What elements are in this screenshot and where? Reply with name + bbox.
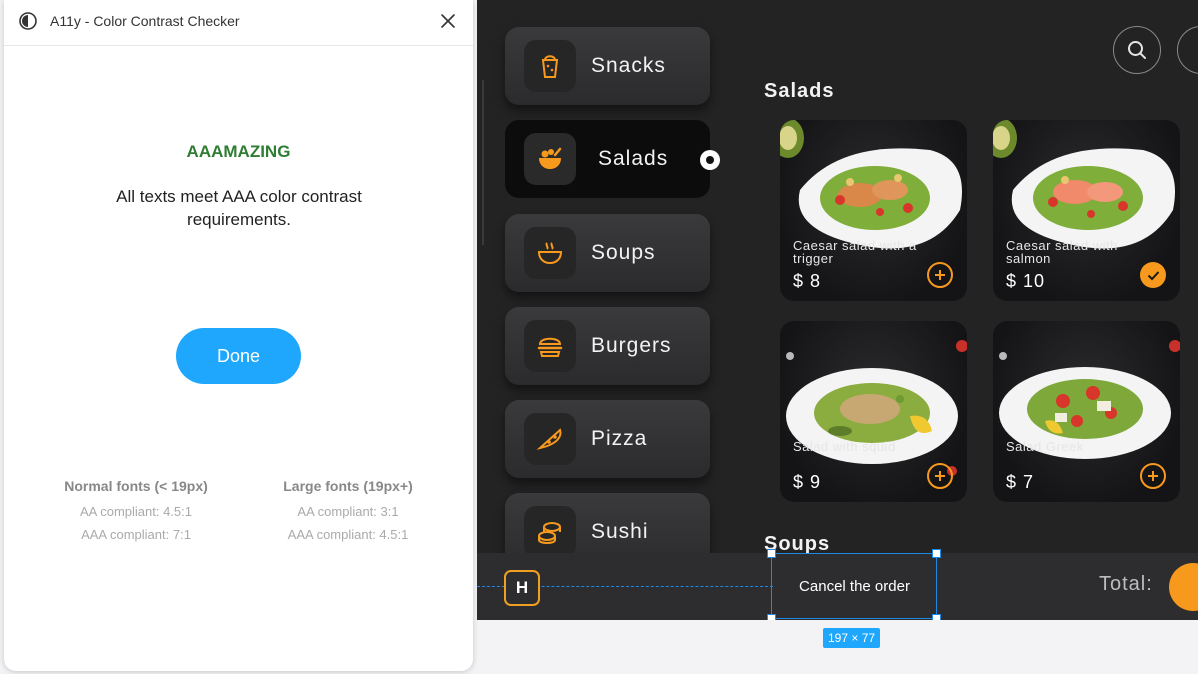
logo-letter: H <box>515 578 529 597</box>
add-button[interactable] <box>1140 463 1166 489</box>
product-price: $ 7 <box>1006 472 1035 492</box>
product-card[interactable]: Caesar salad with salmon $ 10 <box>993 120 1180 301</box>
add-icon <box>935 270 945 280</box>
normal-fonts-aaa: AAA compliant: 7:1 <box>81 527 191 542</box>
sushi-icon <box>524 506 576 558</box>
selected-button[interactable] <box>1140 262 1166 288</box>
product-name: Salad with squid <box>793 439 896 454</box>
search-icon <box>1128 41 1146 59</box>
product-card[interactable]: Caesar salad with a trigger $ 8 <box>780 120 967 301</box>
category-label: Snacks <box>591 54 666 77</box>
order-bar: H Cancel the order Total: <box>477 549 1198 620</box>
category-snacks[interactable]: Snacks <box>505 27 710 105</box>
salad-bowl-icon <box>524 133 576 185</box>
category-label: Sushi <box>591 520 649 543</box>
food-menu-app: Snacks Salads Soups Burgers Pizza Sushi <box>477 0 1198 620</box>
large-fonts-title: Large fonts (19px+) <box>283 478 413 494</box>
done-button[interactable]: Done <box>176 328 301 384</box>
add-button[interactable] <box>927 262 953 288</box>
product-price: $ 9 <box>793 472 822 492</box>
category-soups[interactable]: Soups <box>505 214 710 292</box>
large-fonts-aaa: AAA compliant: 4.5:1 <box>287 527 409 542</box>
category-burgers[interactable]: Burgers <box>505 307 710 385</box>
pizza-slice-icon <box>524 413 576 465</box>
category-label: Salads <box>598 147 669 170</box>
checkout-button[interactable] <box>1169 563 1198 611</box>
product-price: $ 10 <box>1006 271 1046 291</box>
add-icon <box>935 471 945 481</box>
normal-fonts-aa: AA compliant: 4.5:1 <box>79 504 192 519</box>
normal-fonts-requirements: Normal fonts (< 19px) AA compliant: 4.5:… <box>36 478 236 546</box>
product-name: Caesar salad with salmon <box>1006 238 1118 266</box>
more-button[interactable] <box>1177 26 1198 74</box>
product-card[interactable]: Salad with squid $ 9 <box>780 321 967 502</box>
cancel-order-button[interactable]: Cancel the order <box>773 555 936 618</box>
contrast-icon <box>19 12 37 30</box>
product-name: Caesar salad with a trigger <box>793 238 917 266</box>
large-fonts-requirements: Large fonts (19px+) AA compliant: 3:1 AA… <box>248 478 448 546</box>
result-heading: AAAMAZING <box>186 142 291 161</box>
total-label: Total: <box>1099 573 1153 595</box>
selected-indicator <box>700 150 720 170</box>
section-title-salads: Salads <box>764 80 835 102</box>
result-description: All texts meet AAA color contrast requir… <box>116 187 362 229</box>
panel-title: A11y - Color Contrast Checker <box>50 13 240 29</box>
product-price: $ 8 <box>793 271 822 291</box>
add-button[interactable] <box>927 463 953 489</box>
category-label: Pizza <box>591 427 648 450</box>
snack-icon <box>524 40 576 92</box>
check-icon <box>1147 270 1159 280</box>
close-icon[interactable] <box>437 10 459 32</box>
large-fonts-aa: AA compliant: 3:1 <box>297 504 399 519</box>
selection-size-badge: 197 × 77 <box>823 628 881 648</box>
category-pizza[interactable]: Pizza <box>505 400 710 478</box>
scrollbar[interactable] <box>482 80 484 245</box>
app-logo[interactable]: H <box>504 570 540 606</box>
burger-icon <box>524 320 576 372</box>
category-salads[interactable]: Salads <box>505 120 710 198</box>
contrast-checker-panel: A11y - Color Contrast Checker AAAMAZING … <box>4 0 473 671</box>
category-label: Soups <box>591 241 656 264</box>
product-name: Salad Greek <box>1006 439 1084 454</box>
soup-bowl-icon <box>524 227 576 279</box>
normal-fonts-title: Normal fonts (< 19px) <box>64 478 208 494</box>
category-label: Burgers <box>591 334 672 357</box>
add-icon <box>1148 471 1158 481</box>
panel-header: A11y - Color Contrast Checker <box>4 0 473 46</box>
search-button[interactable] <box>1113 26 1161 74</box>
product-card[interactable]: Salad Greek $ 7 <box>993 321 1180 502</box>
